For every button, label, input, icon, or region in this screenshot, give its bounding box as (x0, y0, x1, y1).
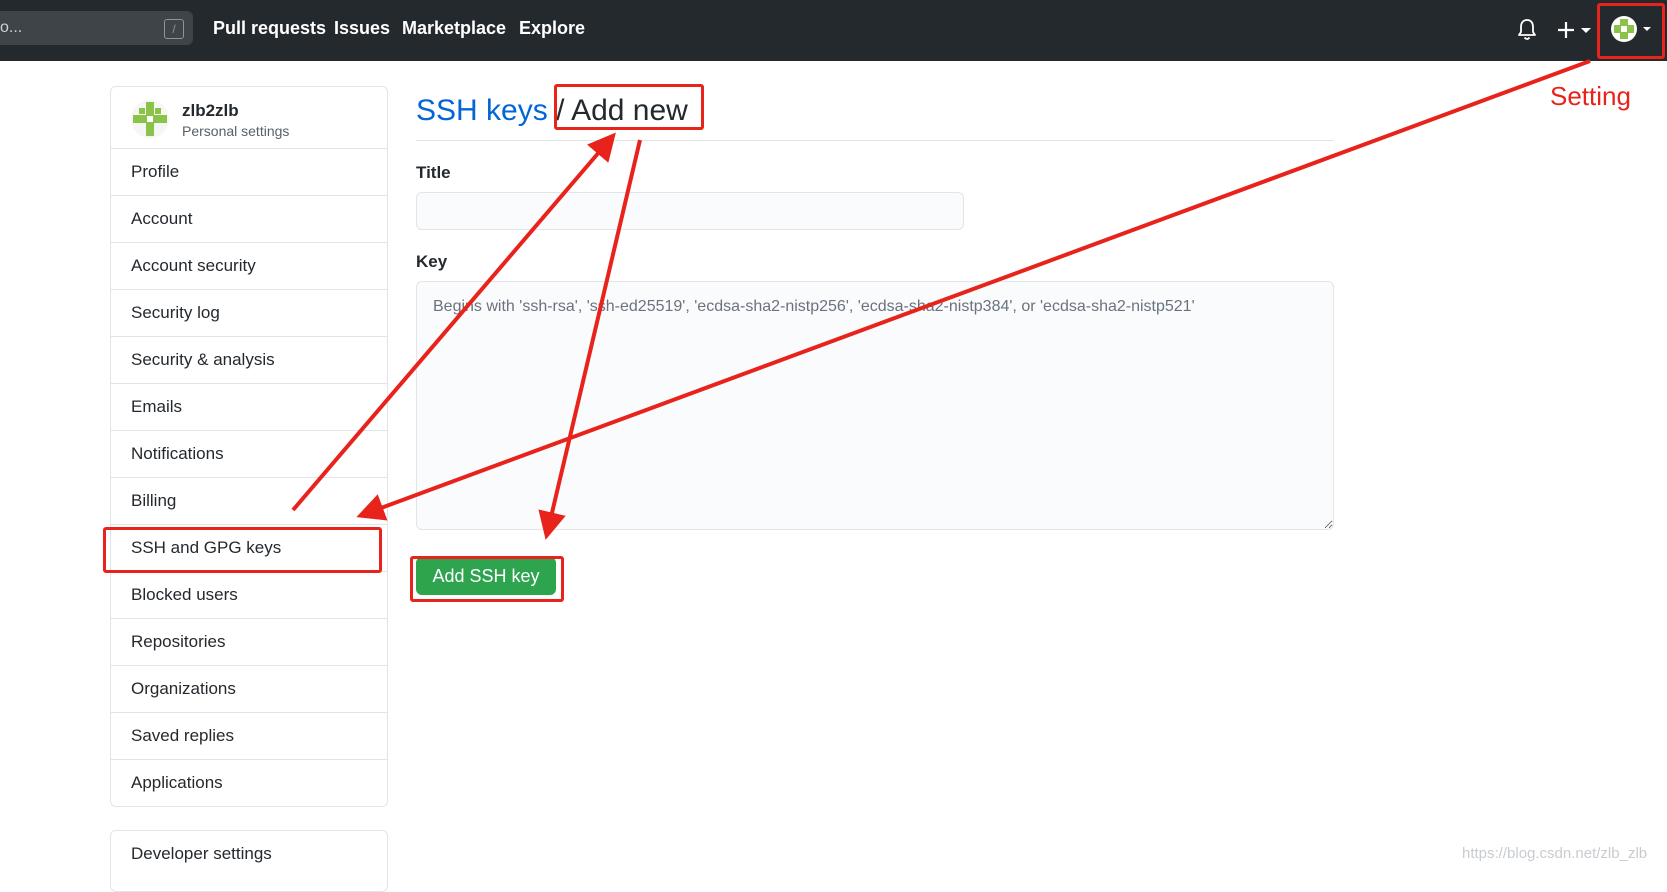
annotation-arrows (291, 59, 1591, 540)
annotation-box-add-ssh-key (410, 556, 564, 602)
annotation-box-avatar (1597, 3, 1665, 59)
arrow-setting-to-ssh-keys (356, 59, 1591, 521)
annotation-setting-label: Setting (1550, 81, 1631, 111)
watermark: https://blog.csdn.net/zlb_zlb (1462, 845, 1648, 862)
annotation-box-add-new (554, 84, 704, 130)
annotation-box-ssh-gpg-keys (103, 527, 382, 573)
